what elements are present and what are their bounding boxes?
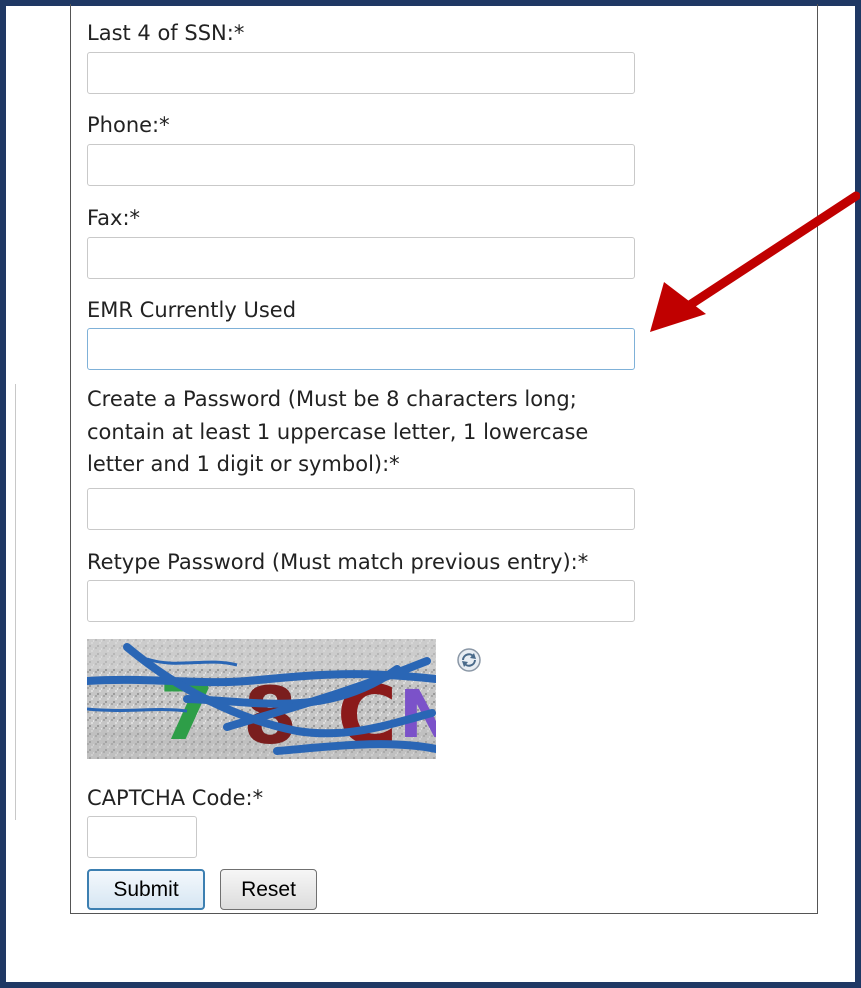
arrow-icon <box>650 191 860 332</box>
refresh-icon[interactable] <box>456 647 482 673</box>
phone-label: Phone:* <box>87 113 170 137</box>
retype-password-field[interactable] <box>87 580 635 622</box>
password-label-line-2: contain at least 1 uppercase letter, 1 l… <box>87 420 589 444</box>
ssn-field[interactable] <box>87 52 635 94</box>
captcha-label: CAPTCHA Code:* <box>87 786 264 810</box>
fax-label: Fax:* <box>87 206 141 230</box>
retype-password-label: Retype Password (Must match previous ent… <box>87 550 589 574</box>
fax-field[interactable] <box>87 237 635 279</box>
phone-field[interactable] <box>87 144 635 186</box>
reset-button[interactable]: Reset <box>220 869 317 910</box>
submit-button[interactable]: Submit <box>87 869 205 910</box>
emr-label: EMR Currently Used <box>87 298 297 322</box>
ssn-label: Last 4 of SSN:* <box>87 21 245 45</box>
emr-field[interactable] <box>87 328 635 370</box>
password-label-line-1: Create a Password (Must be 8 characters … <box>87 387 577 411</box>
password-field[interactable] <box>87 488 635 530</box>
password-label-line-3: letter and 1 digit or symbol):* <box>87 452 400 476</box>
divider <box>15 384 16 820</box>
captcha-image: 7 8 C N <box>87 639 436 759</box>
captcha-code-field[interactable] <box>87 816 197 858</box>
